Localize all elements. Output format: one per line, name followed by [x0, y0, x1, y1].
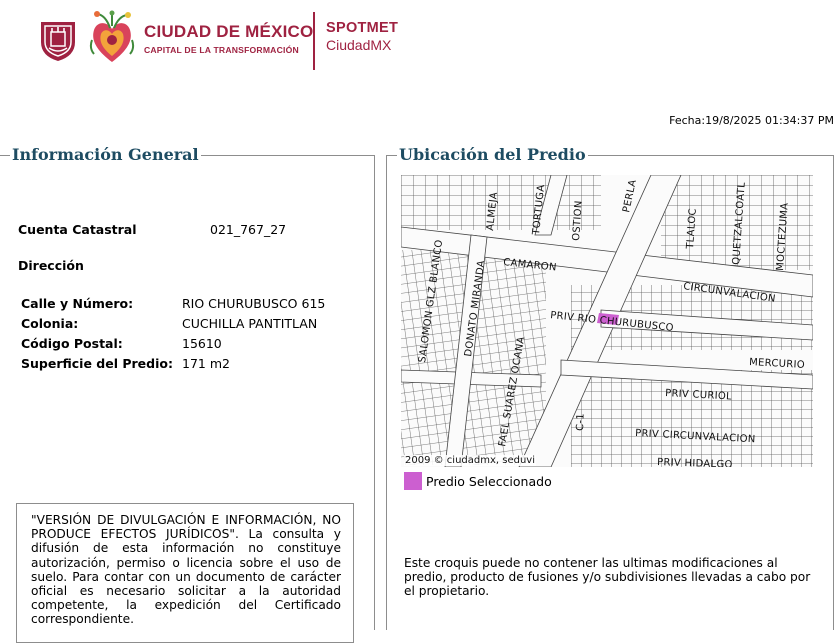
- superficie-label: Superficie del Predio:: [21, 356, 173, 371]
- heart-logo-icon: [89, 10, 135, 62]
- cuenta-value: 021_767_27: [210, 222, 287, 237]
- info-frame-right: [374, 155, 375, 630]
- brand-block: CIUDAD DE MÉXICO CAPITAL DE LA TRANSFORM…: [144, 22, 313, 55]
- cp-value: 15610: [182, 336, 222, 351]
- info-section-title: Información General: [10, 145, 201, 165]
- selected-parcel-legend: Predio Seleccionado: [426, 474, 552, 489]
- map-frame-left: [386, 155, 387, 630]
- calle-label: Calle y Número:: [21, 296, 134, 311]
- brand-subtitle: CAPITAL DE LA TRANSFORMACIÓN: [144, 45, 299, 55]
- app-branding: SPOTMET CiudadMX: [326, 20, 398, 53]
- cuenta-label: Cuenta Catastral: [18, 222, 137, 237]
- parcel-map[interactable]: SALOMON GLZ BLANCO DONATO MIRANDA FAEL S…: [401, 175, 813, 467]
- map-canvas: SALOMON GLZ BLANCO DONATO MIRANDA FAEL S…: [401, 175, 813, 467]
- cdmx-shield-icon: [41, 22, 75, 61]
- street-label-priv-hidalgo: PRIV HIDALGO: [657, 457, 733, 467]
- street-label-mercurio: MERCURIO: [749, 357, 805, 371]
- colonia-value: CUCHILLA PANTITLAN: [182, 316, 318, 331]
- app-title: SPOTMET: [326, 20, 399, 36]
- legal-disclaimer: "VERSIÓN DE DIVULGACIÓN E INFORMACIÓN, N…: [16, 503, 354, 643]
- map-credit: 2009 © ciudadmx, seduvi: [404, 455, 537, 466]
- colonia-label: Colonia:: [21, 316, 79, 331]
- street-label-ostion: OSTION: [571, 200, 585, 241]
- map-section-title: Ubicación del Predio: [397, 145, 588, 165]
- app-subtitle: CiudadMX: [326, 37, 392, 53]
- map-note: Este croquis puede no contener las ultim…: [404, 556, 811, 599]
- brand-title: CIUDAD DE MÉXICO: [144, 22, 314, 41]
- direccion-label: Dirección: [18, 258, 84, 273]
- map-frame-right: [833, 155, 834, 630]
- header: CIUDAD DE MÉXICO CAPITAL DE LA TRANSFORM…: [0, 0, 840, 80]
- block-top-left: [401, 175, 601, 230]
- selected-parcel-swatch: [404, 472, 422, 490]
- cp-label: Código Postal:: [21, 336, 123, 351]
- timestamp: Fecha:19/8/2025 01:34:37 PM: [669, 114, 834, 127]
- header-divider: [313, 12, 315, 70]
- calle-value: RIO CHURUBUSCO 615: [182, 296, 326, 311]
- street-label-c1: C-1: [575, 413, 587, 431]
- superficie-value: 171 m2: [182, 356, 230, 371]
